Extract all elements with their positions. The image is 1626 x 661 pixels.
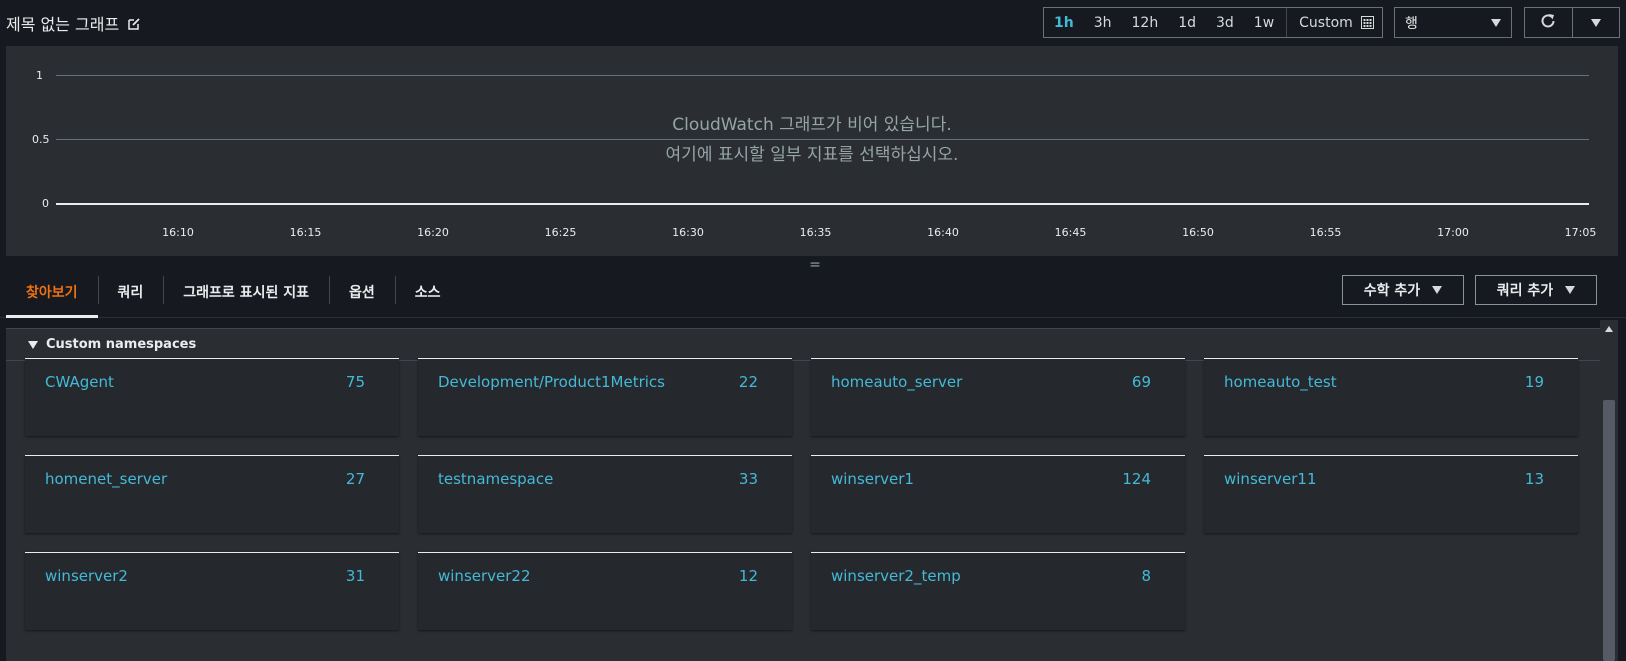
namespace-link[interactable]: testnamespace <box>438 470 553 488</box>
axis-zero-line <box>56 203 1589 205</box>
namespace-metric-count: 31 <box>345 567 365 585</box>
x-tick: 16:40 <box>927 226 959 239</box>
section-title: Custom namespaces <box>46 337 197 352</box>
scroll-thumb[interactable] <box>1603 400 1615 661</box>
x-tick: 17:00 <box>1437 226 1469 239</box>
caret-down-icon <box>1565 286 1576 294</box>
namespace-metric-count: 33 <box>738 470 758 488</box>
namespace-link[interactable]: homeauto_test <box>1224 373 1337 391</box>
scroll-up-arrow-icon[interactable] <box>1605 326 1613 332</box>
add-query-button[interactable]: 쿼리 추가 <box>1475 275 1597 305</box>
calendar-icon <box>1360 16 1374 29</box>
caret-down-icon <box>1432 286 1443 294</box>
caret-down-icon <box>1491 18 1501 27</box>
tab-source[interactable]: 소스 <box>394 270 461 318</box>
x-tick: 16:30 <box>672 226 704 239</box>
namespace-link[interactable]: winserver2_temp <box>831 567 961 585</box>
namespace-card[interactable]: homeauto_test 19 <box>1204 358 1578 436</box>
scrollbar[interactable] <box>1600 320 1618 661</box>
x-tick: 16:25 <box>544 226 577 239</box>
namespace-link[interactable]: winserver22 <box>438 567 531 585</box>
namespace-metric-count: 8 <box>1141 567 1151 585</box>
tab-query[interactable]: 쿼리 <box>97 270 164 318</box>
x-tick: 17:05 <box>1564 226 1597 239</box>
namespace-metric-count: 19 <box>1524 373 1544 391</box>
view-type-value: 행 <box>1405 15 1418 32</box>
tab-graphed-metrics[interactable]: 그래프로 표시된 지표 <box>163 270 329 318</box>
namespace-card[interactable]: homenet_server 27 <box>25 455 399 533</box>
namespace-link[interactable]: winserver11 <box>1224 470 1317 488</box>
collapse-caret-icon <box>28 340 38 349</box>
namespace-card[interactable]: CWAgent 75 <box>25 358 399 436</box>
time-range-custom[interactable]: Custom <box>1286 8 1384 37</box>
graph-title[interactable]: 제목 없는 그래프 <box>6 11 141 35</box>
metrics-tabs: 찾아보기 쿼리 그래프로 표시된 지표 옵션 소스 <box>6 270 461 318</box>
namespace-card[interactable]: Development/Product1Metrics 22 <box>418 358 792 436</box>
view-type-select[interactable]: 행 <box>1394 7 1512 38</box>
namespace-card[interactable]: winserver1 124 <box>811 455 1185 533</box>
empty-message-line2: 여기에 표시할 일부 지표를 선택하십시오. <box>665 145 959 165</box>
namespace-metric-count: 12 <box>738 567 758 585</box>
namespace-card[interactable]: winserver2_temp 8 <box>811 552 1185 630</box>
namespace-link[interactable]: CWAgent <box>45 373 114 391</box>
namespace-metric-count: 124 <box>1122 470 1151 488</box>
time-range-3h[interactable]: 3h <box>1084 8 1122 37</box>
namespace-card[interactable]: homeauto_server 69 <box>811 358 1185 436</box>
empty-message-line1: CloudWatch 그래프가 비어 있습니다. <box>672 115 952 135</box>
namespace-link[interactable]: Development/Product1Metrics <box>438 373 665 391</box>
refresh-options-button[interactable] <box>1571 8 1620 37</box>
namespace-link[interactable]: winserver2 <box>45 567 128 585</box>
graph-title-text: 제목 없는 그래프 <box>6 15 120 34</box>
custom-label: Custom <box>1299 14 1353 31</box>
namespace-metric-count: 69 <box>1131 373 1151 391</box>
namespace-card[interactable]: testnamespace 33 <box>418 455 792 533</box>
y-tick: 0 <box>42 197 49 210</box>
add-query-label: 쿼리 추가 <box>1496 283 1554 299</box>
x-tick: 16:45 <box>1054 226 1087 239</box>
graph-panel: 1 0.5 0 16:10 16:15 16:20 16:25 16:30 16:35 16… <box>6 46 1618 256</box>
namespace-metric-count: 13 <box>1524 470 1544 488</box>
x-tick: 16:10 <box>162 226 194 239</box>
custom-namespaces-header[interactable]: Custom namespaces <box>6 328 1600 361</box>
empty-graph-message: CloudWatch 그래프가 비어 있습니다. 여기에 표시할 일부 지표를 … <box>6 110 1618 170</box>
namespace-metric-count: 75 <box>345 373 365 391</box>
refresh-control <box>1524 7 1620 38</box>
x-tick: 16:50 <box>1182 226 1214 239</box>
namespace-metric-count: 22 <box>738 373 758 391</box>
x-tick: 16:35 <box>799 226 832 239</box>
namespace-metric-count: 27 <box>345 470 365 488</box>
namespace-card[interactable]: winserver2 31 <box>25 552 399 630</box>
namespace-card[interactable]: winserver22 12 <box>418 552 792 630</box>
namespace-browser: Custom namespaces CWAgent 75 Development/P… <box>6 328 1600 661</box>
refresh-icon <box>1539 12 1557 34</box>
caret-down-icon <box>1590 18 1601 27</box>
namespace-link[interactable]: homenet_server <box>45 470 167 488</box>
x-tick: 16:55 <box>1309 226 1342 239</box>
x-tick: 16:15 <box>289 226 322 239</box>
y-tick: 1 <box>36 69 43 82</box>
edit-icon[interactable] <box>127 16 141 30</box>
namespace-link[interactable]: winserver1 <box>831 470 914 488</box>
add-math-label: 수학 추가 <box>1363 283 1421 299</box>
time-range-12h[interactable]: 12h <box>1122 8 1169 37</box>
resize-handle[interactable]: = <box>808 258 822 272</box>
time-range-1w[interactable]: 1w <box>1244 8 1284 37</box>
tab-options[interactable]: 옵션 <box>328 270 395 318</box>
top-bar: 제목 없는 그래프 1h 3h 12h 1d 3d 1w Custom 행 <box>0 0 1626 45</box>
time-range-1h[interactable]: 1h <box>1044 8 1084 37</box>
add-math-button[interactable]: 수학 추가 <box>1342 275 1464 305</box>
time-range-selector: 1h 3h 12h 1d 3d 1w Custom <box>1043 7 1383 38</box>
time-range-3d[interactable]: 3d <box>1206 8 1244 37</box>
time-range-1d[interactable]: 1d <box>1168 8 1206 37</box>
gridline-1 <box>56 75 1589 76</box>
x-tick: 16:20 <box>417 226 449 239</box>
namespace-card[interactable]: winserver11 13 <box>1204 455 1578 533</box>
refresh-button[interactable] <box>1525 8 1572 37</box>
namespace-link[interactable]: homeauto_server <box>831 373 962 391</box>
tab-browse[interactable]: 찾아보기 <box>6 270 98 318</box>
